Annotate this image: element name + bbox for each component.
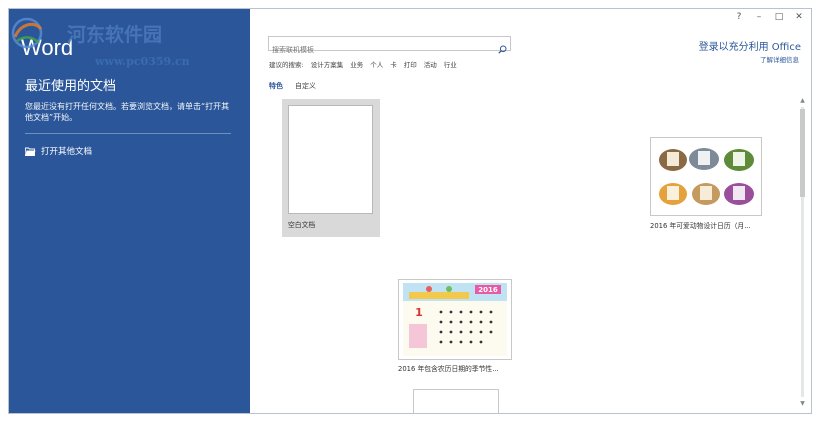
suggestion-link[interactable]: 打印: [404, 59, 417, 69]
blank-page-thumbnail: [288, 105, 373, 214]
search-icon[interactable]: [498, 39, 507, 54]
partial-template-thumbnail[interactable]: [413, 389, 499, 413]
tab-featured[interactable]: 特色: [269, 81, 283, 91]
blank-document-template[interactable]: 空白文档: [282, 99, 380, 237]
template-search-input[interactable]: [269, 43, 495, 57]
animal-calendar-thumbnail: [650, 137, 762, 216]
divider: [25, 133, 231, 134]
watermark-url: www.pc0359.cn: [95, 55, 190, 68]
recent-pane: Word 最近使用的文档 您最近没有打开任何文档。若要浏览文档，请单击“打开其他…: [9, 9, 250, 413]
close-button[interactable]: ✕: [793, 12, 805, 22]
template-pane: ? – □ ✕ 建议的搜索: 设计方案集 业务 个人 卡 打印 活动 行业 登录…: [250, 9, 811, 413]
suggestion-link[interactable]: 个人: [370, 59, 383, 69]
open-folder-icon: [24, 147, 36, 156]
template-tabs: 特色 自定义: [269, 81, 316, 91]
help-button[interactable]: ?: [733, 12, 745, 22]
calendar-month: 1: [415, 306, 423, 319]
suggestion-link[interactable]: 设计方案集: [311, 59, 344, 69]
template-label: 空白文档: [288, 221, 316, 229]
learn-more-link[interactable]: 了解详细信息: [760, 54, 799, 64]
scroll-thumb[interactable]: [800, 109, 805, 197]
tab-custom[interactable]: 自定义: [295, 81, 316, 91]
word-window: Word 最近使用的文档 您最近没有打开任何文档。若要浏览文档，请单击“打开其他…: [8, 8, 812, 414]
suggestion-link[interactable]: 活动: [424, 59, 437, 69]
animal-calendar-template[interactable]: 2016 年可爱动物设计日历（月...: [650, 137, 762, 230]
scroll-down-arrow-icon[interactable]: ▼: [798, 400, 807, 407]
sign-in-link[interactable]: 登录以充分利用 Office: [699, 38, 801, 53]
suggestion-link[interactable]: 业务: [350, 59, 363, 69]
open-other-documents-button[interactable]: 打开其他文档: [24, 143, 93, 159]
recent-documents-heading: 最近使用的文档: [25, 79, 117, 94]
seasonal-calendar-template[interactable]: 2016 1 2016 年包含农历日期的季节性...: [398, 279, 512, 373]
watermark-logo: [9, 15, 45, 51]
minimize-button[interactable]: –: [753, 12, 765, 22]
window-controls: ? – □ ✕: [733, 12, 805, 22]
seasonal-calendar-thumbnail: 2016 1: [398, 279, 512, 360]
template-search-box: [268, 36, 511, 57]
template-scrollbar[interactable]: ▲ ▼: [798, 97, 807, 407]
open-other-documents-label: 打开其他文档: [41, 147, 93, 157]
template-label: 2016 年包含农历日期的季节性...: [398, 365, 499, 373]
watermark-text: 河东软件园: [67, 24, 163, 46]
suggestion-link[interactable]: 行业: [444, 59, 457, 69]
suggested-searches-label: 建议的搜索:: [269, 61, 304, 69]
suggestion-link[interactable]: 卡: [390, 59, 397, 69]
calendar-year: 2016: [478, 286, 498, 294]
maximize-button[interactable]: □: [773, 12, 785, 22]
template-label: 2016 年可爱动物设计日历（月...: [650, 222, 751, 230]
scroll-up-arrow-icon[interactable]: ▲: [798, 97, 807, 104]
suggested-searches: 建议的搜索: 设计方案集 业务 个人 卡 打印 活动 行业: [269, 59, 457, 69]
recent-documents-description: 您最近没有打开任何文档。若要浏览文档，请单击“打开其他文档”开始。: [25, 102, 230, 122]
